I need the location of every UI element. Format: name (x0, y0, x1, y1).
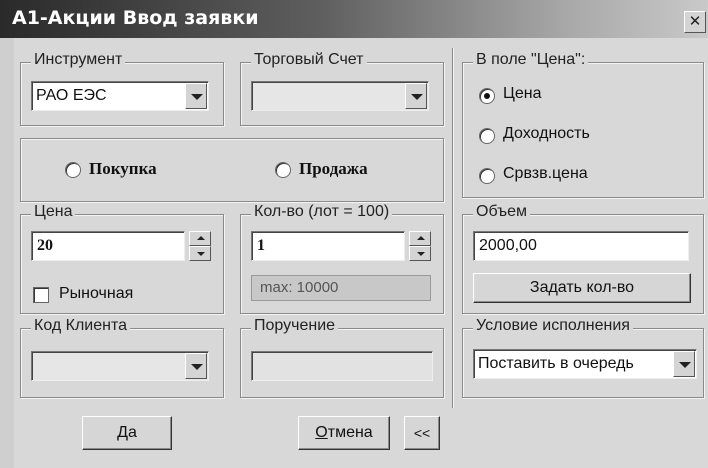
radio-icon[interactable] (479, 168, 495, 184)
market-checkbox[interactable] (33, 287, 49, 303)
quantity-value: 1 (257, 237, 265, 254)
ok-label: а (127, 424, 137, 441)
cancel-accel: О (315, 424, 328, 441)
volume-group: Объем 2000,00 Задать кол-во (462, 203, 704, 314)
title-bar[interactable]: A1-Акции Ввод заявки ✕ (0, 0, 708, 38)
instrument-group: Инструмент РАО ЕЭС (20, 51, 224, 126)
chevron-down-icon[interactable] (673, 351, 695, 377)
cancel-label: тмена (327, 424, 373, 441)
volume-legend: Объем (473, 203, 530, 221)
instrument-value: РАО ЕЭС (36, 87, 107, 104)
volume-value: 2000,00 (479, 237, 537, 254)
price-mode-label: Доходность (503, 125, 590, 142)
quantity-group: Кол-во (лот = 100) 1 max: 10000 (240, 203, 444, 314)
ok-accel: Д (117, 424, 128, 441)
max-quantity-button[interactable]: max: 10000 (251, 275, 431, 301)
instrument-legend: Инструмент (31, 51, 126, 69)
volume-input[interactable]: 2000,00 (473, 231, 689, 261)
chevron-down-icon[interactable] (185, 353, 207, 379)
ok-button[interactable]: Да (82, 416, 172, 450)
client-code-legend: Код Клиента (31, 317, 131, 335)
spin-up-icon[interactable] (409, 231, 431, 246)
sell-label: Продажа (299, 159, 368, 178)
quantity-input[interactable]: 1 (251, 231, 405, 261)
instruction-input[interactable] (251, 351, 433, 381)
execution-legend: Условие исполнения (473, 317, 633, 335)
account-group: Торговый Счет (240, 51, 444, 126)
radio-icon[interactable] (479, 128, 495, 144)
account-select[interactable] (251, 81, 429, 111)
execution-select[interactable]: Поставить в очередь (473, 349, 697, 379)
set-quantity-button[interactable]: Задать кол-во (473, 273, 691, 303)
collapse-button[interactable]: << (404, 416, 440, 450)
client-code-group: Код Клиента (20, 317, 224, 398)
cancel-button[interactable]: Отмена (298, 416, 390, 450)
price-mode-group: В поле "Цена": Цена Доходность Срвзв.цен… (462, 51, 704, 198)
buy-label: Покупка (89, 159, 157, 178)
price-mode-legend: В поле "Цена": (473, 51, 589, 69)
price-legend: Цена (31, 203, 76, 221)
instruction-group: Поручение (240, 317, 444, 398)
max-quantity-label: max: 10000 (260, 279, 339, 296)
close-icon: ✕ (688, 13, 702, 30)
client-code-select[interactable] (31, 351, 209, 381)
spin-up-icon[interactable] (189, 231, 211, 246)
execution-value: Поставить в очередь (478, 355, 634, 372)
window-title: A1-Акции Ввод заявки (12, 7, 259, 29)
spin-down-icon[interactable] (189, 246, 211, 261)
account-legend: Торговый Счет (251, 51, 367, 69)
instruction-legend: Поручение (251, 317, 339, 335)
quantity-legend: Кол-во (лот = 100) (251, 203, 393, 221)
price-stepper[interactable] (189, 231, 211, 261)
radio-selected-icon[interactable] (479, 88, 495, 104)
direction-group: Покупка Продажа (20, 138, 444, 202)
radio-icon[interactable] (65, 162, 81, 178)
price-mode-label: Цена (503, 85, 542, 102)
set-quantity-label: Задать кол-во (529, 279, 635, 296)
instrument-select[interactable]: РАО ЕЭС (31, 81, 209, 111)
radio-icon[interactable] (275, 162, 291, 178)
collapse-label: << (413, 425, 431, 441)
spin-down-icon[interactable] (409, 246, 431, 261)
price-value: 20 (37, 237, 53, 254)
close-button[interactable]: ✕ (684, 11, 706, 33)
chevron-down-icon[interactable] (185, 83, 207, 109)
price-input[interactable]: 20 (31, 231, 185, 261)
chevron-down-icon[interactable] (405, 83, 427, 109)
market-label: Рыночная (59, 285, 134, 302)
column-divider (452, 48, 453, 408)
price-group: Цена 20 Рыночная (20, 203, 224, 314)
quantity-stepper[interactable] (409, 231, 431, 261)
execution-group: Условие исполнения Поставить в очередь (462, 317, 704, 398)
order-entry-dialog: Инструмент РАО ЕЭС Торговый Счет Покупка… (14, 38, 708, 468)
price-mode-label: Срвзв.цена (503, 165, 588, 182)
